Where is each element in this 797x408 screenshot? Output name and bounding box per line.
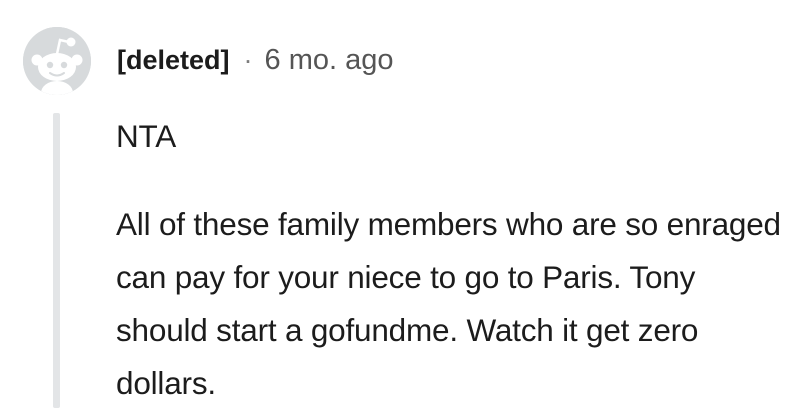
comment-meta: [deleted] · 6 mo. ago <box>117 40 394 80</box>
avatar[interactable] <box>23 27 91 95</box>
meta-separator: · <box>243 44 253 75</box>
comment-paragraph: All of these family members who are so e… <box>116 206 781 401</box>
thread-line[interactable] <box>53 113 60 408</box>
comment-body: NTA All of these family members who are … <box>116 110 786 408</box>
comment: [deleted] · 6 mo. ago NTA All of these f… <box>0 0 797 408</box>
timestamp[interactable]: 6 mo. ago <box>265 44 394 77</box>
reddit-snoo-icon <box>23 27 91 95</box>
author-name[interactable]: [deleted] <box>117 45 230 76</box>
comment-paragraph: NTA <box>116 118 177 154</box>
